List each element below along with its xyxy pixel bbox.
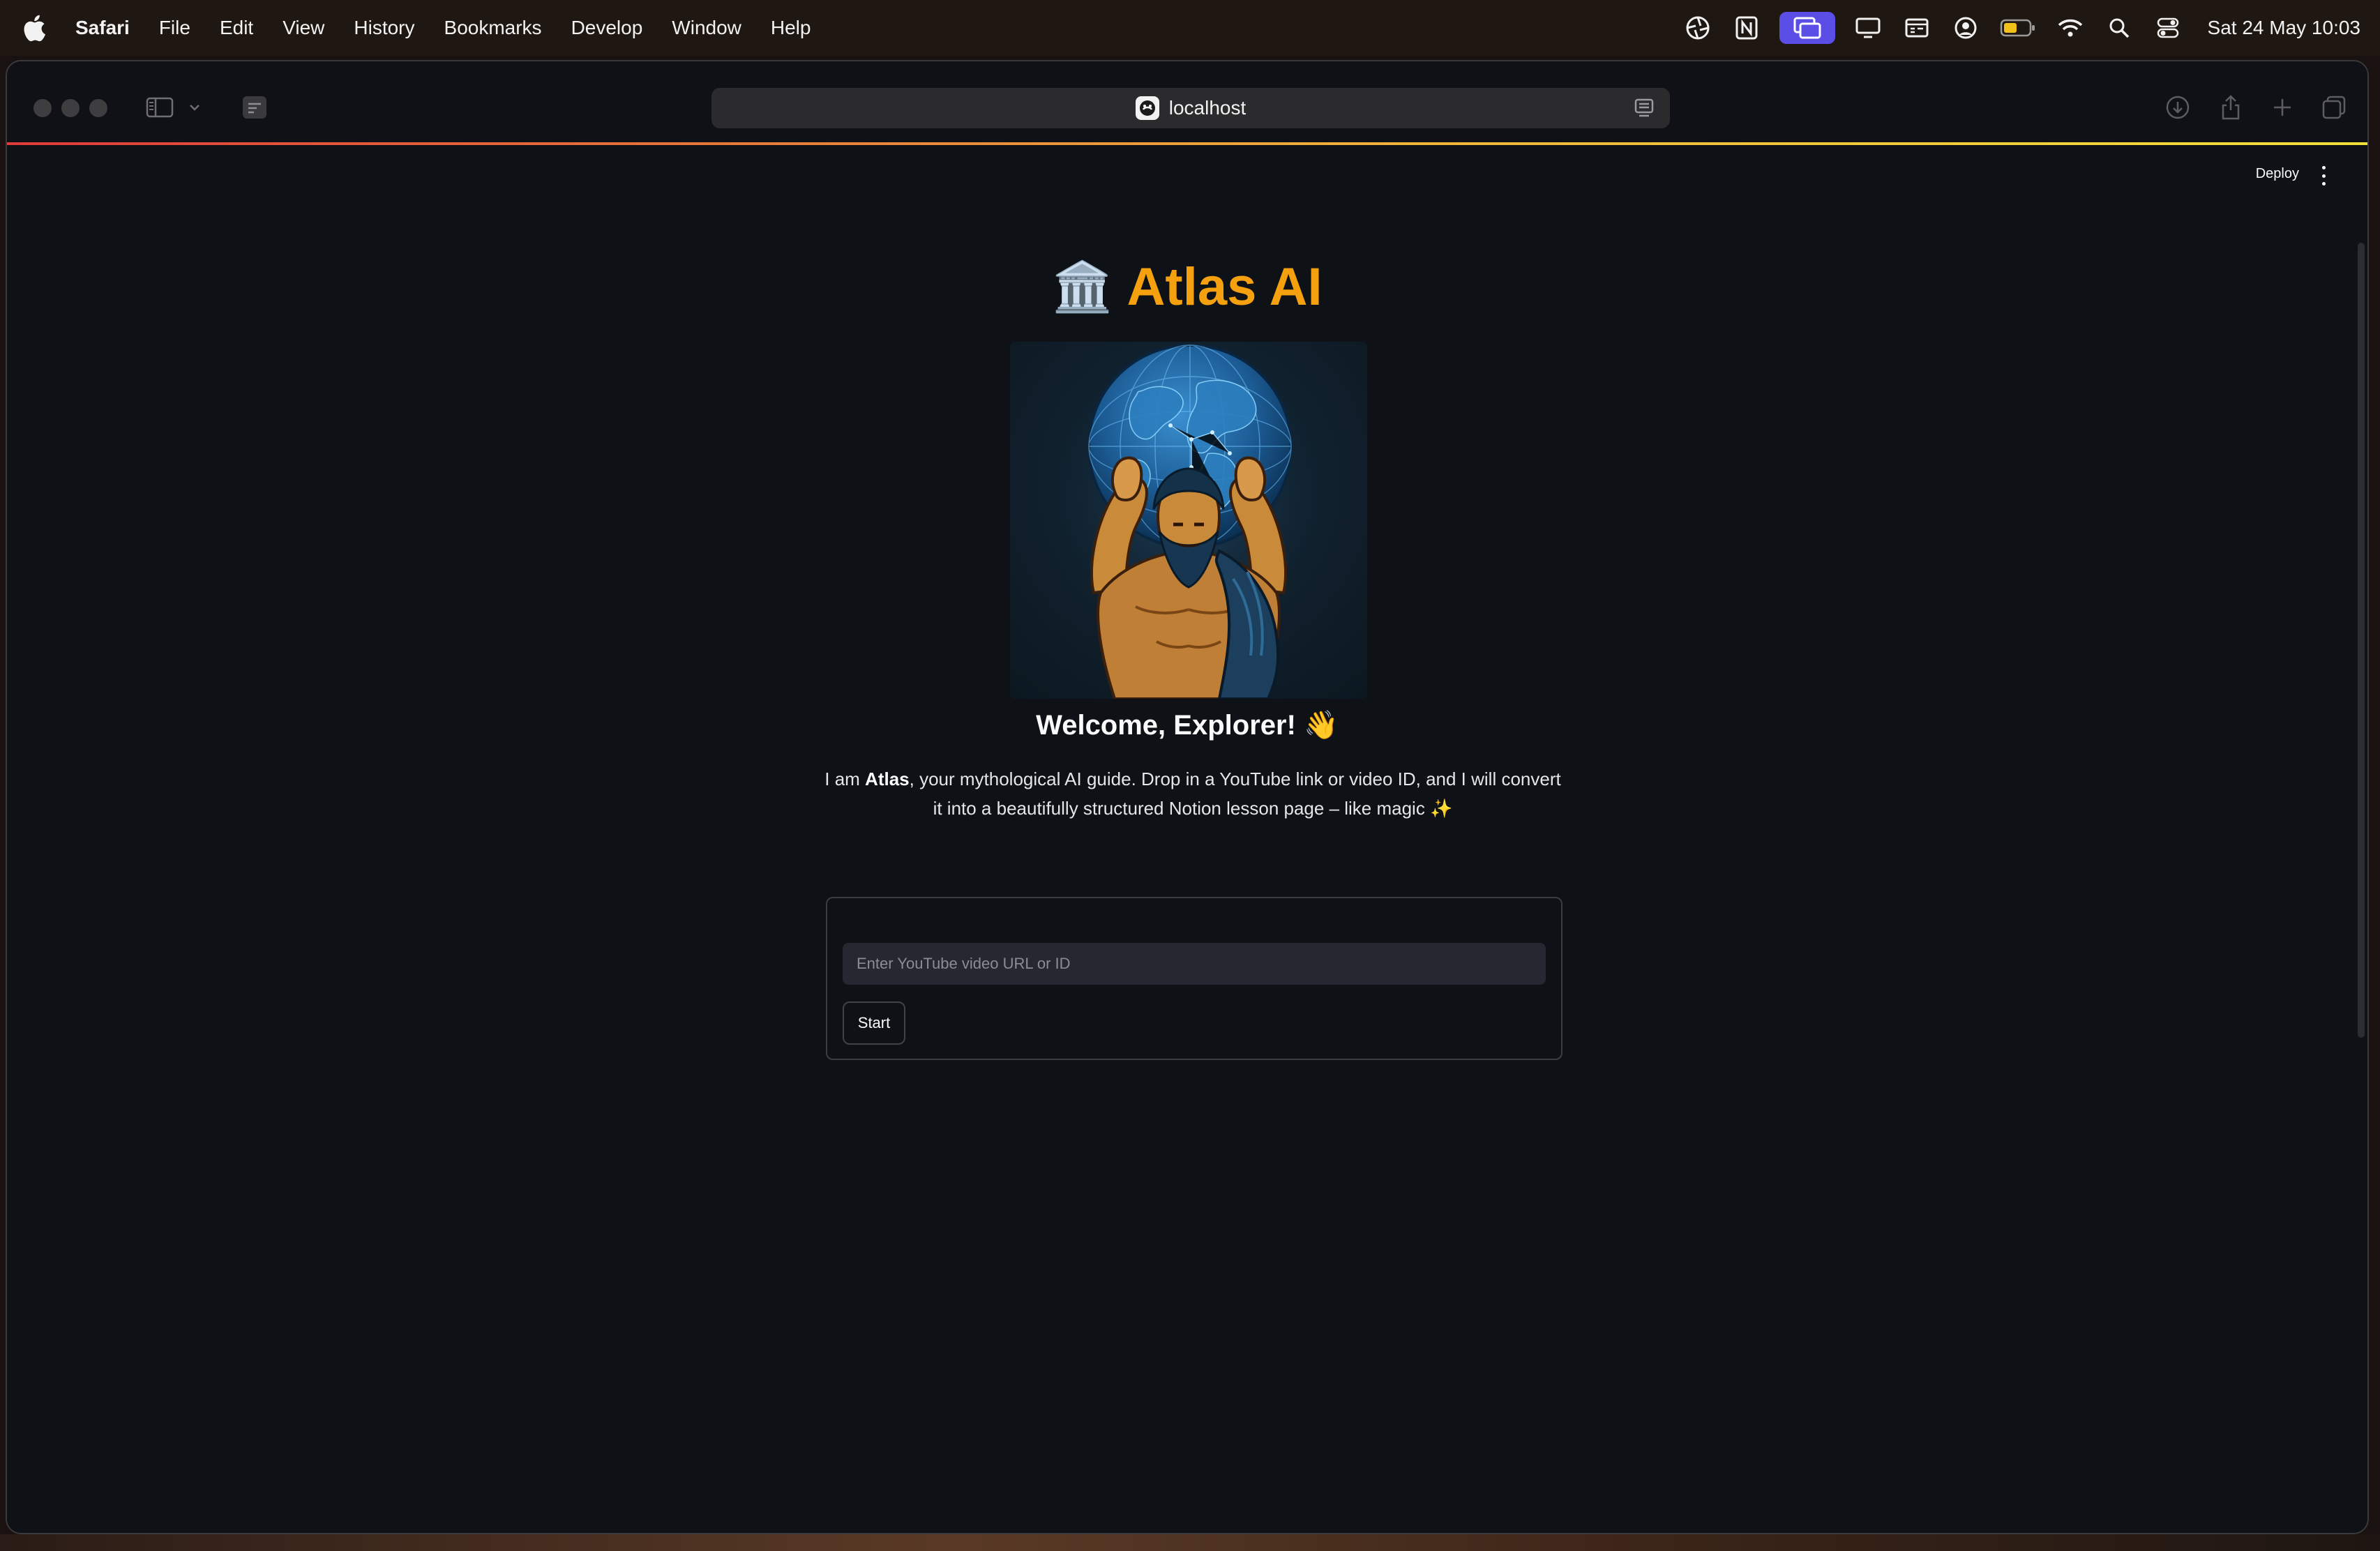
menu-app-name[interactable]: Safari <box>75 17 130 39</box>
video-input-form: Start <box>826 897 1562 1060</box>
display-icon[interactable] <box>1852 12 1884 44</box>
notion-icon[interactable] <box>1731 12 1763 44</box>
browser-toolbar: localhost <box>7 61 2367 144</box>
battery-icon[interactable] <box>1998 12 2038 44</box>
user-circle-icon[interactable] <box>1950 12 1982 44</box>
address-text: localhost <box>1168 97 1247 119</box>
zoom-window-button[interactable] <box>89 99 107 117</box>
macos-menu-bar: Safari File Edit View History Bookmarks … <box>0 0 2380 56</box>
minimize-window-button[interactable] <box>61 99 80 117</box>
menu-edit[interactable]: Edit <box>220 17 253 39</box>
page-title: 🏛️ Atlas AI <box>7 257 2367 317</box>
menu-window[interactable]: Window <box>672 17 741 39</box>
share-icon[interactable] <box>2215 92 2246 123</box>
menu-develop[interactable]: Develop <box>571 17 643 39</box>
desktop-wallpaper-strip <box>0 1534 2380 1551</box>
menu-view[interactable]: View <box>283 17 324 39</box>
close-window-button[interactable] <box>33 99 52 117</box>
download-icon[interactable] <box>2162 92 2193 123</box>
control-center-icon[interactable] <box>2152 12 2184 44</box>
chevron-down-icon[interactable] <box>186 92 204 123</box>
menu-bookmarks[interactable]: Bookmarks <box>444 17 542 39</box>
desc-atlas-name: Atlas <box>865 769 910 789</box>
tab-overview-icon[interactable] <box>239 92 271 123</box>
sidebar-icon[interactable] <box>142 92 177 123</box>
desc-suffix: , your mythological AI guide. Drop in a … <box>909 769 1561 819</box>
screen-mirror-icon[interactable] <box>1779 12 1835 44</box>
streamlit-app: Deploy 🏛️ Atlas AI Welcome, Explorer! 👋 … <box>7 145 2367 1533</box>
main-menu-icon[interactable] <box>2320 166 2327 186</box>
safari-window: localhost Deploy 🏛️ Atlas AI Welcome, Ex… <box>6 60 2369 1534</box>
tabs-icon[interactable] <box>2319 92 2349 123</box>
page-scrollbar[interactable] <box>2358 243 2365 1038</box>
menu-file[interactable]: File <box>159 17 190 39</box>
menu-bar-tray: Sat 24 May 10:03 <box>1665 0 2360 56</box>
atlas-hero-image <box>1010 342 1367 699</box>
menu-history[interactable]: History <box>354 17 414 39</box>
wifi-icon[interactable] <box>2054 12 2086 44</box>
address-bar[interactable]: localhost <box>711 88 1670 128</box>
spotlight-search-icon[interactable] <box>2103 12 2135 44</box>
aperture-icon[interactable] <box>1682 12 1714 44</box>
classical-building-icon: 🏛️ <box>1052 259 1113 314</box>
site-favicon-icon <box>1135 96 1159 120</box>
desc-prefix: I am <box>824 769 866 789</box>
new-tab-icon[interactable] <box>2267 92 2298 123</box>
calendar-card-icon[interactable] <box>1901 12 1933 44</box>
apple-logo-icon[interactable] <box>20 11 49 45</box>
reader-icon[interactable] <box>1634 98 1655 123</box>
intro-description: I am Atlas, your mythological AI guide. … <box>823 764 1562 823</box>
deploy-button[interactable]: Deploy <box>2256 166 2299 182</box>
menu-bar-clock[interactable]: Sat 24 May 10:03 <box>2208 17 2360 39</box>
start-button[interactable]: Start <box>843 1001 905 1045</box>
page-title-text: Atlas AI <box>1127 257 1323 317</box>
menu-help[interactable]: Help <box>771 17 811 39</box>
welcome-heading: Welcome, Explorer! 👋 <box>1036 710 1339 741</box>
youtube-url-input[interactable] <box>843 943 1546 985</box>
